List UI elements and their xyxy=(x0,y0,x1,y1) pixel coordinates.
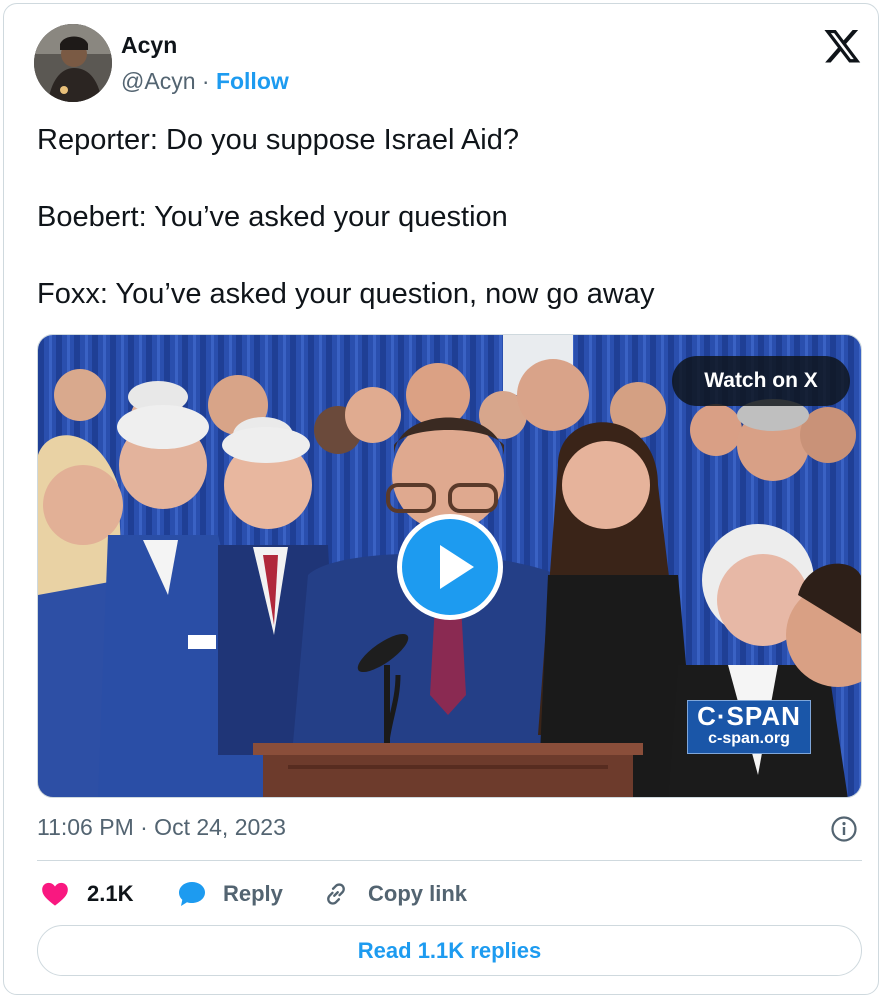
tweet-timestamp[interactable]: 11:06 PM · Oct 24, 2023 xyxy=(37,814,286,841)
cspan-url: c-span.org xyxy=(708,730,790,747)
tweet-card: Acyn @Acyn · Follow Reporter: Do you sup… xyxy=(3,3,879,995)
tweet-line: Foxx: You’ve asked your question, now go… xyxy=(37,278,655,310)
follow-link[interactable]: Follow xyxy=(216,68,289,94)
reply-button[interactable]: Reply xyxy=(177,876,283,912)
like-count: 2.1K xyxy=(87,881,134,906)
read-replies-button[interactable]: Read 1.1K replies xyxy=(37,925,862,976)
play-button[interactable] xyxy=(397,514,503,620)
author-handle[interactable]: @Acyn xyxy=(121,68,195,94)
reply-label: Reply xyxy=(223,881,283,906)
heart-icon xyxy=(42,882,68,906)
tweet-line: Boebert: You’ve asked your question xyxy=(37,201,508,233)
copy-link-button[interactable]: Copy link xyxy=(322,876,467,912)
watch-on-x-button[interactable]: Watch on X xyxy=(672,356,850,406)
cspan-brand: C·SPAN xyxy=(697,701,801,731)
like-button[interactable]: 2.1K xyxy=(41,876,133,912)
tweet-line: Reporter: Do you suppose Israel Aid? xyxy=(37,124,519,156)
handle-separator: · xyxy=(201,68,210,94)
reply-bubble-icon xyxy=(179,882,205,906)
tweet-text: Reporter: Do you suppose Israel Aid? Boe… xyxy=(37,121,857,314)
info-icon[interactable] xyxy=(830,815,858,843)
x-logo-icon[interactable] xyxy=(824,30,862,64)
copy-link-label: Copy link xyxy=(368,881,468,906)
author-handle-row: @Acyn · Follow xyxy=(121,68,289,95)
cspan-watermark: C·SPAN c-span.org xyxy=(687,700,811,754)
video-player[interactable]: Watch on X C·SPAN c-span.org xyxy=(37,334,862,798)
play-icon xyxy=(440,545,474,589)
author-name[interactable]: Acyn xyxy=(121,32,177,59)
divider xyxy=(37,860,862,861)
link-icon xyxy=(327,883,345,905)
author-avatar[interactable] xyxy=(34,24,112,102)
